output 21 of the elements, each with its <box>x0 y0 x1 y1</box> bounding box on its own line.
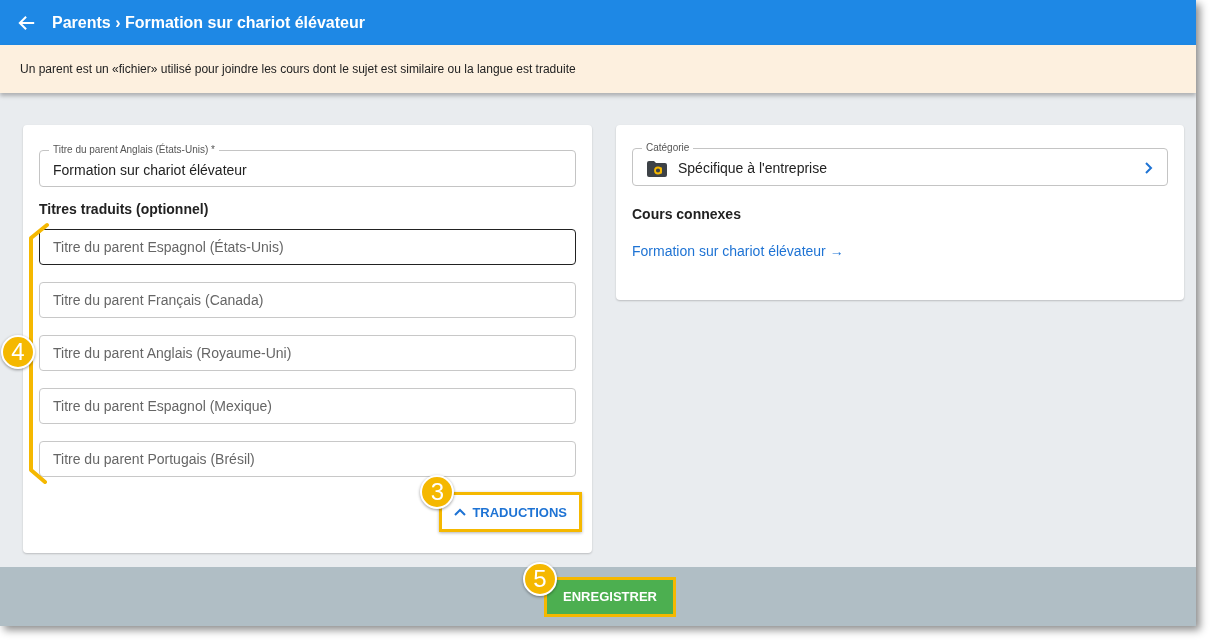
section-heading: Cours connexes <box>632 206 742 222</box>
title-input-field[interactable]: Titre du parent Anglais (États-Unis) * Formation sur chariot élévateur <box>39 144 576 187</box>
field-label: Titre du parent Anglais (États-Unis) * <box>52 144 216 156</box>
folder-icon <box>646 160 668 179</box>
translation-input-field[interactable]: Titre du parent Espagnol (États-Unis) <box>39 229 576 265</box>
caret-icon <box>454 507 467 517</box>
chevron-right-icon <box>1144 161 1154 175</box>
related-course-link[interactable]: Formation sur chariot élévateur → <box>632 243 844 259</box>
section-heading: Titres traduits (optionnel) <box>39 201 210 217</box>
step-number-badge: 4 <box>1 335 35 369</box>
back-arrow-icon[interactable] <box>18 13 36 32</box>
step-number-badge: 5 <box>523 561 558 596</box>
step-number-badge: 3 <box>420 475 455 509</box>
page-title: Parents › Formation sur chariot élévateur <box>52 13 365 32</box>
info-text: Un parent est un «fichier» utilisé pour joindre les cours dont le sujet est similaire ou la langue est traduite <box>20 62 576 76</box>
field-value: Spécifique à l'entreprise <box>678 160 827 176</box>
save-button[interactable]: ENREGISTRER <box>547 579 673 614</box>
field-value: Formation sur chariot élévateur <box>53 162 247 178</box>
category-select-field[interactable]: Catégorie Spécifique à l'entreprise <box>632 142 1168 186</box>
field-label: Catégorie <box>645 142 691 154</box>
translations-toggle-button[interactable]: TRADUCTIONS <box>442 495 579 529</box>
